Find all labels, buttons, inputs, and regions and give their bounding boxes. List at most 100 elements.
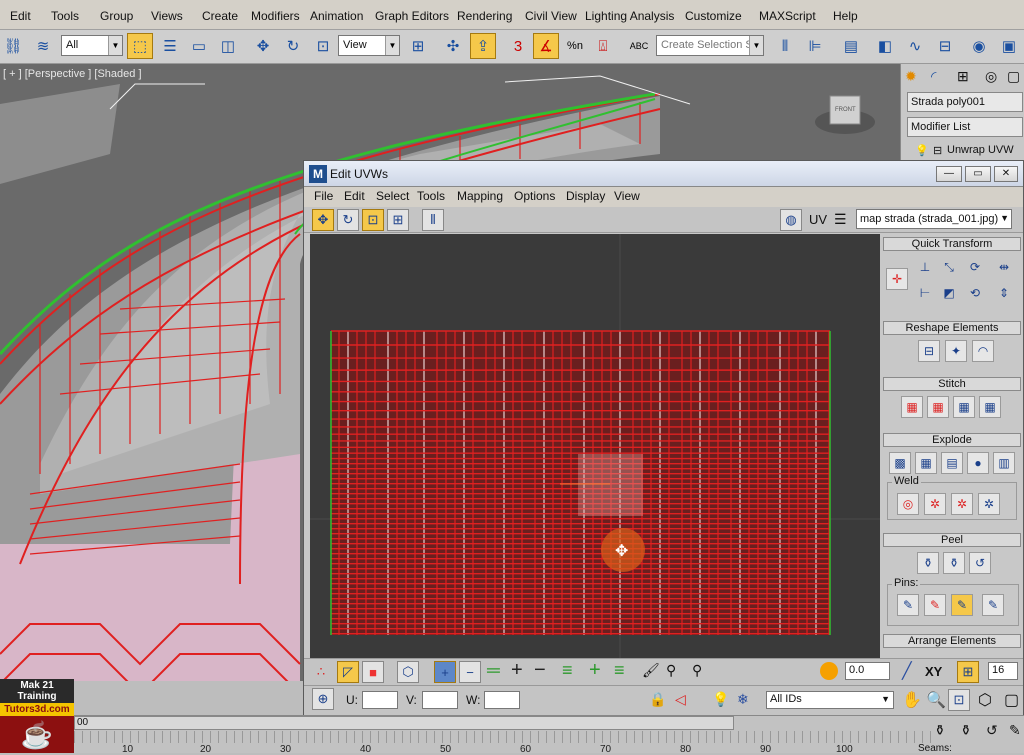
zoom-icon[interactable]: 🔍 — [926, 690, 946, 710]
rollout-arrange-elements[interactable]: Arrange Elements — [883, 634, 1021, 648]
freeze-icon[interactable]: 💡 — [712, 691, 729, 708]
straighten-icon[interactable]: ◩ — [938, 282, 960, 304]
stitch-to-source-icon[interactable]: ▦ — [953, 396, 975, 418]
stitch-to-average-icon[interactable]: ▦ — [927, 396, 949, 418]
selection-set-dropdown[interactable]: Create Selection Se ▼ — [656, 35, 764, 56]
window-crossing-icon[interactable]: ◫ — [215, 33, 241, 59]
pin-selected-icon[interactable]: ✎ — [897, 594, 919, 616]
grid-value-field[interactable]: 16 — [988, 662, 1018, 680]
weld-settings-icon[interactable]: ✲ — [978, 493, 1000, 515]
edit-named-sets-icon[interactable]: ABC — [626, 33, 652, 59]
rollout-reshape-elements[interactable]: Reshape Elements — [883, 321, 1021, 335]
stack-expand-icon[interactable]: ⊟ — [933, 144, 942, 157]
select-object-icon[interactable]: ⬚ — [127, 33, 153, 59]
rollout-explode[interactable]: Explode — [883, 433, 1021, 447]
grid-snap-icon[interactable]: ⊞ — [957, 661, 979, 683]
falloff-line-icon[interactable]: ╱ — [902, 661, 912, 681]
object-name-field[interactable]: Strada poly001 — [907, 92, 1023, 112]
unpin-icon[interactable]: ✎ — [924, 594, 946, 616]
lightbulb-icon[interactable]: 💡 — [915, 144, 929, 157]
selection-filter-dropdown[interactable]: All ▼ — [61, 35, 123, 56]
motion-tab-icon[interactable]: ◎ — [985, 68, 997, 85]
reset-tool-icon[interactable]: ↺ — [986, 722, 998, 739]
menu-modifiers[interactable]: Modifiers — [251, 9, 300, 23]
menu-rendering[interactable]: Rendering — [457, 9, 512, 23]
rotate-90-icon[interactable]: ⟳ — [964, 256, 986, 278]
shrink-ring-icon[interactable]: ≡ — [614, 660, 625, 681]
lock-icon[interactable]: 🔒 — [649, 691, 666, 708]
relax-settings-icon[interactable]: ◠ — [972, 340, 994, 362]
rotate-icon[interactable]: ↻ — [280, 33, 306, 59]
menu-edit[interactable]: Edit — [10, 9, 31, 23]
zoom-selected-icon[interactable]: ▢ — [1004, 690, 1019, 710]
checker-map-icon[interactable]: ◍ — [780, 209, 802, 231]
weld-shared-icon[interactable]: ✲ — [951, 493, 973, 515]
align-vertical-icon[interactable]: ⊥ — [914, 256, 936, 278]
menu-lighting-analysis[interactable]: Lighting Analysis — [585, 9, 674, 23]
grow-selection-icon[interactable]: + — [434, 661, 456, 683]
menu-animation[interactable]: Animation — [310, 9, 363, 23]
vertex-mode-icon[interactable]: ∴ — [310, 661, 332, 683]
uvw-menu-view[interactable]: View — [614, 189, 640, 203]
ring-icon[interactable]: ≡ — [562, 660, 573, 681]
paint-select-icon[interactable]: 🖌 — [642, 662, 660, 679]
freeform-icon[interactable]: ⊞ — [387, 209, 409, 231]
viewcube-label[interactable]: FRONT — [835, 107, 856, 113]
shrink-loop-icon[interactable]: − — [534, 659, 546, 682]
reset-peel-icon[interactable]: ↺ — [969, 552, 991, 574]
maximize-button[interactable]: ▭ — [965, 166, 991, 182]
set-pivot-icon[interactable]: ✛ — [886, 268, 908, 290]
rollout-stitch[interactable]: Stitch — [883, 377, 1021, 391]
pivot-icon[interactable]: ⊞ — [405, 33, 431, 59]
flatten-settings-icon[interactable]: ▥ — [993, 452, 1015, 474]
select-pins-icon[interactable]: ✎ — [982, 594, 1004, 616]
menu-civil-view[interactable]: Civil View — [525, 9, 577, 23]
u-field[interactable] — [362, 691, 398, 709]
select-by-name-icon[interactable]: ☰ — [157, 33, 183, 59]
render-setup-icon[interactable]: ▣ — [996, 33, 1022, 59]
weld-selected-icon[interactable]: ✲ — [924, 493, 946, 515]
scale-icon[interactable]: ⊡ — [310, 33, 336, 59]
peel-tool2-icon[interactable]: ⚱ — [960, 722, 972, 739]
mirror-icon[interactable]: ⫴ — [422, 209, 444, 231]
time-slider[interactable]: 00 — [74, 716, 734, 730]
w-field[interactable] — [484, 691, 520, 709]
flatten-by-smoothing-icon[interactable]: ▤ — [941, 452, 963, 474]
select-by-element-icon[interactable]: ⬡ — [397, 661, 419, 683]
layer-manager-icon[interactable]: ▤ — [838, 33, 864, 59]
pan-icon[interactable]: ✋ — [902, 690, 922, 710]
rotate-value-field[interactable]: 0.0 — [845, 662, 890, 680]
grow-ring-icon[interactable]: + — [589, 659, 601, 682]
rotate-icon[interactable]: ↻ — [337, 209, 359, 231]
angle-snap-icon[interactable]: ∡ — [533, 33, 559, 59]
link-icon[interactable]: ⛓ — [0, 33, 26, 59]
align-diagonal-icon[interactable]: ⤡ — [938, 256, 960, 278]
enlarge-brush-icon[interactable]: ⚲ — [666, 662, 676, 679]
zoom-region-icon[interactable]: ⊡ — [948, 689, 970, 711]
peel-mode-icon[interactable]: ⚱ — [943, 552, 965, 574]
uvw-menu-edit[interactable]: Edit — [344, 189, 365, 203]
uvw-menu-display[interactable]: Display — [566, 189, 605, 203]
viewport-label[interactable]: [ + ] [Perspective ] [Shaded ] — [3, 68, 142, 80]
rollout-peel[interactable]: Peel — [883, 533, 1021, 547]
curve-editor-icon[interactable]: ∿ — [902, 33, 928, 59]
schematic-view-icon[interactable]: ⊟ — [932, 33, 958, 59]
absolute-offset-icon[interactable]: ⊕ — [312, 688, 334, 710]
flatten-icon[interactable]: ▦ — [915, 452, 937, 474]
shrink-selection-icon[interactable]: − — [459, 661, 481, 683]
straighten-selection-icon[interactable]: ⊟ — [918, 340, 940, 362]
modifier-stack-item[interactable]: Unwrap UVW — [947, 144, 1014, 156]
modifier-list-dropdown[interactable]: Modifier List — [907, 117, 1023, 137]
keyboard-shortcut-icon[interactable]: ⇪ — [470, 33, 496, 59]
scale-icon[interactable]: ⊡ — [362, 209, 384, 231]
align-horizontal-icon[interactable]: ⊢ — [914, 282, 936, 304]
quick-peel-icon[interactable]: ⚱ — [917, 552, 939, 574]
soft-selection-icon[interactable] — [820, 662, 838, 680]
manipulate-icon[interactable]: ✣ — [440, 33, 466, 59]
timeline-bar[interactable]: 00 10 20 30 40 50 60 70 80 90 100 ⚱ ⚱ ↺ … — [74, 715, 1024, 755]
rect-selection-icon[interactable]: ▭ — [186, 33, 212, 59]
menu-maxscript[interactable]: MAXScript — [759, 9, 816, 23]
menu-graph-editors[interactable]: Graph Editors — [375, 9, 449, 23]
auto-pin-icon[interactable]: ✎ — [951, 594, 973, 616]
grow-loop-icon[interactable]: + — [511, 659, 523, 682]
